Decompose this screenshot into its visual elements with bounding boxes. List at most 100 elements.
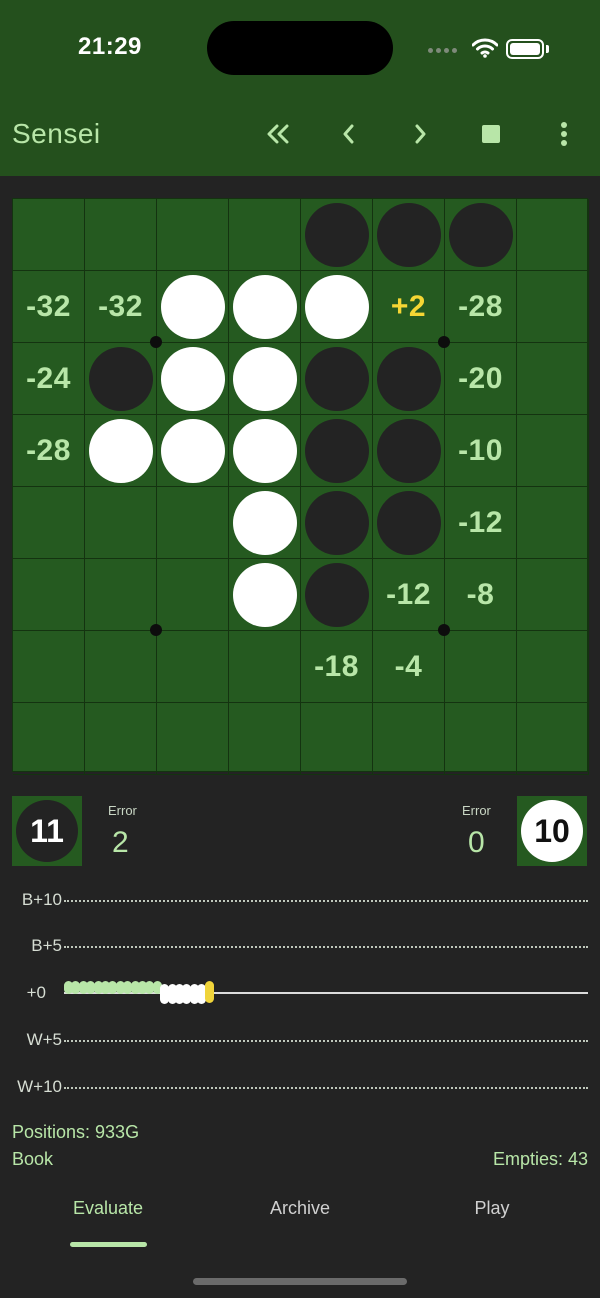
board-cell[interactable]: -28 — [445, 271, 517, 343]
first-move-button[interactable] — [256, 114, 300, 154]
board-cell[interactable] — [301, 703, 373, 775]
double-chevron-left-icon — [267, 124, 289, 144]
graph-label-b5: B+5 — [31, 936, 62, 955]
board-cell[interactable] — [157, 199, 229, 271]
white-disc — [88, 418, 153, 483]
board-cell[interactable] — [301, 199, 373, 271]
board-cell[interactable] — [157, 487, 229, 559]
board-cell[interactable] — [85, 559, 157, 631]
board-cell[interactable] — [85, 703, 157, 775]
next-move-button[interactable] — [398, 114, 442, 154]
board-cell[interactable] — [373, 703, 445, 775]
graph-gridline — [64, 900, 588, 902]
board-cell[interactable] — [157, 343, 229, 415]
board-cell[interactable] — [229, 199, 301, 271]
board-cell[interactable] — [517, 487, 589, 559]
board-cell[interactable] — [301, 415, 373, 487]
board-cell[interactable] — [229, 487, 301, 559]
tab-play-label: Play — [474, 1198, 510, 1218]
board-cell[interactable] — [85, 631, 157, 703]
tab-play[interactable]: Play — [422, 1198, 562, 1219]
board-cell[interactable] — [157, 559, 229, 631]
board-cell[interactable] — [517, 415, 589, 487]
board-cell[interactable]: -8 — [445, 559, 517, 631]
board-cell[interactable]: -24 — [13, 343, 85, 415]
board-cell[interactable] — [85, 343, 157, 415]
book-status: Book — [12, 1149, 54, 1169]
board-cell[interactable]: -18 — [301, 631, 373, 703]
status-time: 21:29 — [78, 33, 142, 60]
board-cell[interactable]: +2 — [373, 271, 445, 343]
board-cell[interactable]: -12 — [373, 559, 445, 631]
board-cell[interactable] — [301, 559, 373, 631]
tab-archive[interactable]: Archive — [230, 1198, 370, 1219]
board-cell[interactable] — [229, 415, 301, 487]
board-cell[interactable] — [301, 343, 373, 415]
board-cell[interactable] — [13, 703, 85, 775]
board-cell[interactable] — [157, 703, 229, 775]
board-star-point — [150, 624, 162, 636]
board-cell[interactable] — [229, 343, 301, 415]
board-cell[interactable] — [85, 199, 157, 271]
board-cell[interactable] — [517, 199, 589, 271]
board-cell[interactable] — [229, 271, 301, 343]
board-cell[interactable] — [85, 487, 157, 559]
board-cell[interactable] — [157, 271, 229, 343]
previous-move-button[interactable] — [327, 114, 371, 154]
board-cell[interactable] — [445, 703, 517, 775]
board-cell[interactable] — [13, 487, 85, 559]
board-cell[interactable] — [157, 631, 229, 703]
white-disc — [160, 274, 225, 339]
board-cell[interactable] — [373, 343, 445, 415]
board-cell[interactable] — [517, 703, 589, 775]
more-options-button[interactable] — [542, 114, 586, 154]
status-icons — [428, 34, 578, 64]
board-cell[interactable]: -32 — [85, 271, 157, 343]
white-disc — [160, 418, 225, 483]
board-cell[interactable] — [517, 559, 589, 631]
board-cell[interactable]: -12 — [445, 487, 517, 559]
board-star-point — [438, 336, 450, 348]
board-cell[interactable] — [301, 487, 373, 559]
board-cell[interactable] — [85, 415, 157, 487]
board-cell[interactable] — [13, 559, 85, 631]
board-cell[interactable] — [445, 631, 517, 703]
board-cell[interactable]: -10 — [445, 415, 517, 487]
board-cell[interactable] — [517, 631, 589, 703]
graph-label-w5: W+5 — [26, 1030, 62, 1049]
board-cell[interactable] — [229, 631, 301, 703]
board-cell[interactable] — [373, 199, 445, 271]
board-cell[interactable]: -32 — [13, 271, 85, 343]
black-disc — [304, 562, 369, 627]
dynamic-island — [207, 21, 393, 75]
graph-gridline — [64, 946, 588, 948]
board-star-point — [150, 336, 162, 348]
tab-archive-label: Archive — [269, 1198, 331, 1218]
board-cell[interactable] — [229, 559, 301, 631]
board-cell[interactable]: -4 — [373, 631, 445, 703]
graph-label-w10: W+10 — [17, 1077, 62, 1096]
stop-button[interactable] — [469, 114, 513, 154]
board-cell[interactable] — [229, 703, 301, 775]
board-cell[interactable] — [13, 631, 85, 703]
white-error-label: Error — [462, 803, 491, 818]
white-disc — [160, 346, 225, 411]
board-cell[interactable]: -20 — [445, 343, 517, 415]
tab-evaluate[interactable]: Evaluate — [38, 1198, 178, 1219]
board-cell[interactable]: -28 — [13, 415, 85, 487]
chevron-left-icon — [343, 124, 354, 144]
graph-label-zero: +0 — [26, 983, 46, 1002]
board-cell[interactable] — [373, 487, 445, 559]
black-error-label: Error — [108, 803, 137, 818]
board-cell[interactable] — [517, 271, 589, 343]
move-evaluation: -18 — [314, 649, 359, 683]
board-cell[interactable] — [445, 199, 517, 271]
board-cell[interactable] — [13, 199, 85, 271]
board-cell[interactable] — [157, 415, 229, 487]
white-disc — [232, 490, 297, 555]
board-cell[interactable] — [517, 343, 589, 415]
evaluation-graph[interactable]: B+10 B+5 +0 W+5 W+10 — [0, 880, 600, 1105]
board-cell[interactable] — [373, 415, 445, 487]
move-evaluation: -32 — [26, 289, 71, 323]
board-cell[interactable] — [301, 271, 373, 343]
